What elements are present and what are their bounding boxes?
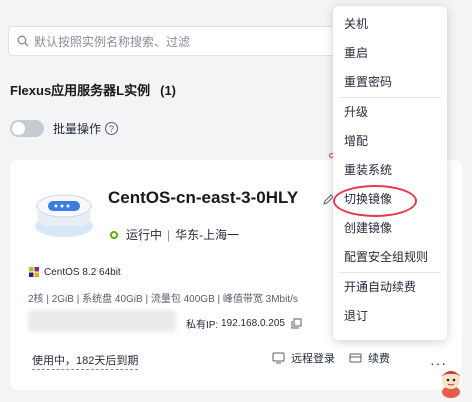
renew-button[interactable]: 续费 xyxy=(349,350,390,366)
redacted-field xyxy=(28,310,176,332)
private-ip: 私有IP: 192.168.0.205 xyxy=(186,316,302,331)
help-icon[interactable]: ? xyxy=(105,122,119,135)
instance-name[interactable]: CentOS-cn-east-3-0HLY xyxy=(108,188,298,208)
copy-icon[interactable] xyxy=(291,318,302,329)
menu-item-unsubscribe[interactable]: 退订 xyxy=(333,302,447,331)
menu-item-auto-renew[interactable]: 开通自动续费 xyxy=(333,273,447,302)
status-text: 运行中 xyxy=(126,228,163,242)
menu-item-create-image[interactable]: 创建镜像 xyxy=(333,214,447,243)
os-info: CentOS 8.2 64bit xyxy=(28,266,121,278)
centos-logo-icon xyxy=(29,267,39,277)
card-icon xyxy=(349,353,362,363)
menu-item-reset-password[interactable]: 重置密码 xyxy=(333,68,447,97)
section-title-text: Flexus应用服务器L实例 xyxy=(10,83,151,98)
ip-label: 私有IP: xyxy=(186,320,219,331)
expire-status[interactable]: 使用中，182天后到期 xyxy=(32,352,139,370)
mascot-icon[interactable] xyxy=(436,365,466,399)
remote-login-button[interactable]: 远程登录 xyxy=(272,350,335,366)
batch-operation: 批量操作 ? xyxy=(10,120,119,137)
renew-label: 续费 xyxy=(368,353,390,365)
server-icon xyxy=(35,194,93,237)
ip-value: 192.168.0.205 xyxy=(221,318,285,329)
highlight-annotation xyxy=(333,185,417,217)
batch-label: 批量操作 xyxy=(53,122,102,136)
instance-status: 运行中 | 华东-上海一 xyxy=(110,226,239,243)
status-separator: | xyxy=(167,227,171,242)
menu-item-reinstall-os[interactable]: 重装系统 xyxy=(333,156,447,185)
menu-item-upgrade[interactable]: 升级 xyxy=(333,98,447,127)
menu-item-restart[interactable]: 重启 xyxy=(333,39,447,68)
search-placeholder: 默认按照实例名称搜索、过滤 xyxy=(34,34,191,49)
monitor-icon xyxy=(272,352,285,364)
menu-item-add-config[interactable]: 增配 xyxy=(333,127,447,156)
more-actions-menu: 关机 重启 重置密码 升级 增配 重装系统 切换镜像 创建镜像 配置安全组规则 … xyxy=(333,6,447,340)
remote-login-label: 远程登录 xyxy=(291,353,335,365)
os-text: CentOS 8.2 64bit xyxy=(44,266,121,278)
menu-item-shutdown[interactable]: 关机 xyxy=(333,10,447,39)
region-text: 华东-上海一 xyxy=(175,228,240,242)
card-actions: 远程登录 续费 xyxy=(272,350,404,366)
instance-count: (1) xyxy=(160,83,177,98)
search-icon xyxy=(17,35,29,47)
section-title: Flexus应用服务器L实例 (1) xyxy=(10,80,176,99)
menu-item-security-group[interactable]: 配置安全组规则 xyxy=(333,243,447,272)
toggle-knob xyxy=(12,122,25,135)
status-dot xyxy=(110,230,118,239)
batch-toggle[interactable] xyxy=(10,120,44,137)
spec-text: 2核 | 2GiB | 系统盘 40GiB | 流量包 400GB | 峰值带宽… xyxy=(28,294,298,305)
search-input[interactable]: 默认按照实例名称搜索、过滤 xyxy=(8,26,338,56)
